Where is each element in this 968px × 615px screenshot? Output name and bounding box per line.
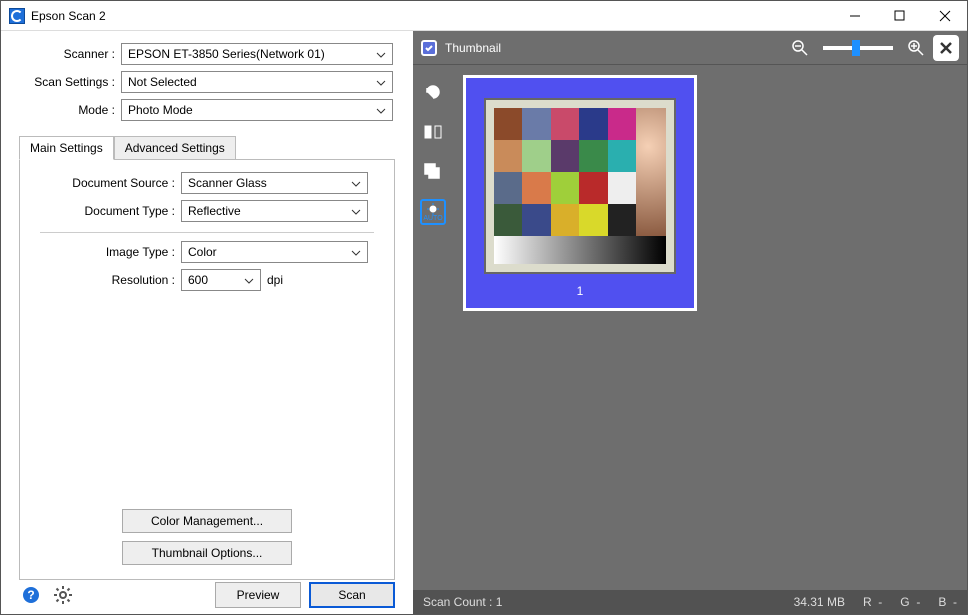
document-type-value: Reflective	[188, 204, 241, 218]
close-button[interactable]	[922, 1, 967, 31]
preview-tools: AUTO	[413, 65, 453, 590]
bottom-bar: ? Preview Scan	[1, 580, 413, 608]
resolution-select[interactable]: 600	[181, 269, 261, 291]
chevron-down-icon	[351, 176, 361, 190]
resolution-unit: dpi	[267, 273, 283, 287]
mode-value: Photo Mode	[128, 103, 193, 117]
preview-panel: Thumbnail AUTO	[413, 31, 967, 614]
scan-count-value: 1	[496, 595, 503, 609]
image-type-label: Image Type :	[26, 245, 181, 259]
select-all-icon[interactable]	[420, 159, 446, 185]
auto-exposure-icon[interactable]: AUTO	[420, 199, 446, 225]
file-size: 34.31 MB	[794, 595, 845, 609]
titlebar: Epson Scan 2	[1, 1, 967, 31]
minimize-button[interactable]	[832, 1, 877, 31]
tabs: Main Settings Advanced Settings	[19, 135, 413, 159]
document-type-select[interactable]: Reflective	[181, 200, 368, 222]
scan-settings-select[interactable]: Not Selected	[121, 71, 393, 93]
chevron-down-icon	[244, 273, 254, 287]
tab-panel: Document Source : Scanner Glass Document…	[19, 159, 395, 580]
document-source-value: Scanner Glass	[188, 176, 267, 190]
rotate-icon[interactable]	[420, 79, 446, 105]
thumbnail-options-button[interactable]: Thumbnail Options...	[122, 541, 292, 565]
chevron-down-icon	[351, 204, 361, 218]
zoom-slider[interactable]	[823, 46, 893, 50]
mirror-icon[interactable]	[420, 119, 446, 145]
scan-settings-label: Scan Settings :	[1, 75, 121, 89]
chevron-down-icon	[376, 75, 386, 89]
document-type-label: Document Type :	[26, 204, 181, 218]
preview-toolbar: Thumbnail	[413, 31, 967, 65]
thumbnail-item-label: 1	[577, 284, 584, 298]
zoom-in-icon[interactable]	[907, 39, 925, 57]
resolution-value: 600	[188, 273, 208, 287]
gear-icon[interactable]	[51, 583, 75, 607]
maximize-button[interactable]	[877, 1, 922, 31]
scanner-label: Scanner :	[1, 47, 121, 61]
tab-main-settings[interactable]: Main Settings	[19, 136, 114, 160]
document-source-select[interactable]: Scanner Glass	[181, 172, 368, 194]
thumbnail-label: Thumbnail	[445, 41, 501, 55]
thumbnail-item[interactable]: 1	[463, 75, 697, 311]
slider-thumb[interactable]	[852, 40, 860, 56]
chevron-down-icon	[376, 103, 386, 117]
chevron-down-icon	[376, 47, 386, 61]
tab-advanced-settings[interactable]: Advanced Settings	[114, 136, 236, 160]
document-source-label: Document Source :	[26, 176, 181, 190]
app-icon	[9, 8, 25, 24]
preview-button[interactable]: Preview	[215, 582, 301, 608]
mode-label: Mode :	[1, 103, 121, 117]
scan-button[interactable]: Scan	[309, 582, 395, 608]
left-panel: Scanner : EPSON ET-3850 Series(Network 0…	[1, 31, 413, 614]
image-type-value: Color	[188, 245, 217, 259]
thumbnail-area: 1	[453, 65, 967, 590]
image-type-select[interactable]: Color	[181, 241, 368, 263]
window-title: Epson Scan 2	[31, 9, 106, 23]
status-bar: Scan Count : 1 34.31 MB R - G - B -	[413, 590, 967, 614]
scan-count-label: Scan Count :	[423, 595, 492, 609]
zoom-out-icon[interactable]	[791, 39, 809, 57]
svg-text:?: ?	[27, 588, 34, 602]
thumbnail-checkbox[interactable]	[421, 40, 437, 56]
color-management-button[interactable]: Color Management...	[122, 509, 292, 533]
auto-label: AUTO	[423, 215, 442, 222]
scan-settings-value: Not Selected	[128, 75, 197, 89]
scanner-select[interactable]: EPSON ET-3850 Series(Network 01)	[121, 43, 393, 65]
mode-select[interactable]: Photo Mode	[121, 99, 393, 121]
help-icon[interactable]: ?	[19, 583, 43, 607]
close-preview-button[interactable]	[933, 35, 959, 61]
resolution-label: Resolution :	[26, 273, 181, 287]
chevron-down-icon	[351, 245, 361, 259]
scanner-value: EPSON ET-3850 Series(Network 01)	[128, 47, 325, 61]
thumbnail-image	[484, 98, 676, 274]
